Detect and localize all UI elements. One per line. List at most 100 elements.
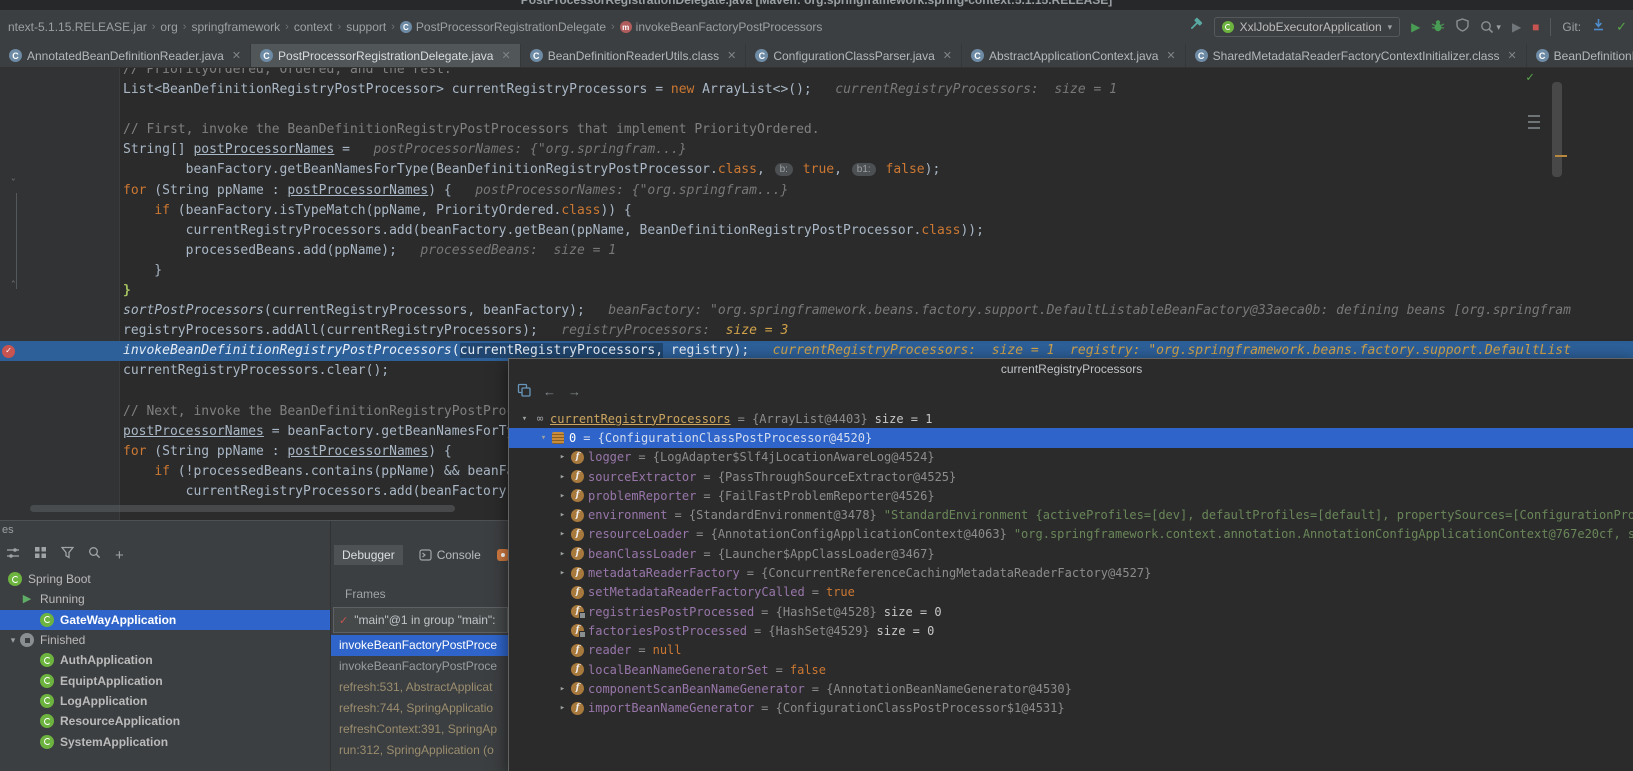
- run-state-icon: ▶: [20, 592, 34, 606]
- close-icon[interactable]: ✕: [727, 49, 736, 62]
- breadcrumb-item[interactable]: springframework: [191, 20, 280, 34]
- service-item[interactable]: ▶Running: [0, 589, 330, 609]
- editor-tab[interactable]: CBeanDefinitionReaderUtils.class✕: [521, 44, 747, 67]
- search-icon[interactable]: [88, 546, 101, 564]
- variable-row[interactable]: ▸fproblemReporter= {FailFastProblemRepor…: [509, 486, 1633, 505]
- breadcrumb-item[interactable]: minvokeBeanFactoryPostProcessors: [620, 20, 823, 34]
- frame-item[interactable]: refresh:744, SpringApplicatio: [331, 698, 508, 719]
- service-item[interactable]: AuthApplication: [0, 650, 330, 670]
- variable-row[interactable]: ffactoriesPostProcessed= {HashSet@4529}s…: [509, 621, 1633, 640]
- variable-row[interactable]: ▸fbeanClassLoader= {Launcher$AppClassLoa…: [509, 544, 1633, 563]
- variable-row[interactable]: ▸flogger= {LogAdapter$Slf4jLocationAware…: [509, 448, 1633, 467]
- chevron-right-icon[interactable]: ▸: [555, 549, 570, 559]
- chevron-right-icon[interactable]: ▸: [555, 703, 570, 713]
- breakpoint-icon[interactable]: ✓: [2, 345, 15, 358]
- vertical-scrollbar[interactable]: [1552, 82, 1562, 177]
- build-icon[interactable]: [1188, 17, 1203, 37]
- editor-tab[interactable]: CConfigurationClassParser.java✕: [746, 44, 962, 67]
- inline-debugger-hint: registryProcessors:: [538, 323, 726, 338]
- service-item[interactable]: EquiptApplication: [0, 670, 330, 690]
- chevron-right-icon[interactable]: ▸: [555, 472, 570, 482]
- run-button[interactable]: ▶: [1411, 21, 1420, 33]
- service-item[interactable]: LogApplication: [0, 691, 330, 711]
- code-token: }: [123, 263, 162, 278]
- close-icon[interactable]: ✕: [232, 49, 241, 62]
- profiler-icon[interactable]: ▾: [1480, 20, 1501, 34]
- variable-row[interactable]: ▾∞currentRegistryProcessors= {ArrayList@…: [509, 409, 1633, 428]
- variable-row[interactable]: ▾0= {ConfigurationClassPostProcessor@452…: [509, 428, 1633, 447]
- breadcrumb-item[interactable]: support: [346, 20, 386, 34]
- service-item[interactable]: SystemApplication: [0, 731, 330, 751]
- update-project-icon[interactable]: [1592, 18, 1605, 36]
- service-item[interactable]: GateWayApplication: [0, 610, 330, 630]
- chevron-down-icon[interactable]: ▾: [6, 635, 20, 646]
- view-options-icon[interactable]: [6, 546, 20, 565]
- code-token: [123, 203, 154, 218]
- frame-item[interactable]: run:312, SpringApplication (o: [331, 740, 508, 761]
- chevron-right-icon[interactable]: ▸: [555, 568, 570, 578]
- run-config-selector[interactable]: XxlJobExecutorApplication ▾: [1214, 17, 1401, 37]
- frame-item[interactable]: invokeBeanFactoryPostProce: [331, 635, 508, 656]
- chevron-down-icon[interactable]: ▾: [536, 433, 551, 443]
- class-icon: C: [1536, 49, 1549, 62]
- panel-corner-label: es: [2, 524, 14, 536]
- inspections-ok-icon[interactable]: ✓: [1526, 70, 1534, 85]
- inspect-icon[interactable]: [517, 383, 531, 400]
- editor-tab[interactable]: CSharedMetadataReaderFactoryContextIniti…: [1186, 44, 1527, 67]
- code-token: new: [671, 82, 694, 97]
- frame-item[interactable]: refreshContext:391, SpringAp: [331, 719, 508, 740]
- close-icon[interactable]: ✕: [501, 49, 510, 62]
- variable-row[interactable]: flocalBeanNameGeneratorSet=false: [509, 660, 1633, 679]
- variable-row[interactable]: ▸fimportBeanNameGenerator= {Configuratio…: [509, 698, 1633, 717]
- service-item[interactable]: ▾Finished: [0, 630, 330, 650]
- code-token: (currentRegistryProcessors, beanFactory)…: [264, 303, 585, 318]
- variable-row[interactable]: fsetMetadataReaderFactoryCalled=true: [509, 583, 1633, 602]
- chevron-right-icon[interactable]: ▸: [555, 510, 570, 520]
- group-by-icon[interactable]: [34, 546, 47, 564]
- variable-row[interactable]: fregistriesPostProcessed= {HashSet@4528}…: [509, 602, 1633, 621]
- add-service-icon[interactable]: +: [115, 548, 124, 563]
- fold-marker-icon[interactable]: ˆ: [10, 279, 17, 292]
- close-icon[interactable]: ✕: [943, 49, 952, 62]
- chevron-right-icon[interactable]: ▸: [555, 529, 570, 539]
- horizontal-scrollbar[interactable]: [30, 505, 455, 512]
- variable-row[interactable]: ▸fcomponentScanBeanNameGenerator= {Annot…: [509, 679, 1633, 698]
- main-toolbar: ntext-5.1.15.RELEASE.jar›org›springframe…: [0, 10, 1633, 45]
- rerun-icon[interactable]: ▶: [1512, 21, 1521, 33]
- editor-tab[interactable]: CBeanDefinitionRegistryPos✕: [1527, 44, 1633, 67]
- coverage-icon[interactable]: [1456, 18, 1469, 37]
- field-icon: f: [571, 470, 584, 483]
- fold-marker-icon[interactable]: ˇ: [10, 177, 17, 190]
- breadcrumb-item[interactable]: ntext-5.1.15.RELEASE.jar: [8, 20, 147, 34]
- breadcrumb-item[interactable]: CPostProcessorRegistrationDelegate: [400, 20, 606, 34]
- editor-tab[interactable]: CAbstractApplicationContext.java✕: [962, 44, 1186, 67]
- thread-selector[interactable]: ✓ "main"@1 in group "main":: [333, 607, 508, 633]
- debug-button[interactable]: [1431, 18, 1445, 37]
- variable-row[interactable]: ▸fsourceExtractor= {PassThroughSourceExt…: [509, 467, 1633, 486]
- chevron-right-icon[interactable]: ▸: [555, 491, 570, 501]
- service-item[interactable]: Spring Boot: [0, 569, 330, 589]
- inline-debugger-hint: size = 3: [726, 323, 789, 338]
- close-icon[interactable]: ✕: [1166, 49, 1175, 62]
- forward-arrow-icon[interactable]: →: [568, 384, 581, 399]
- editor-tab[interactable]: CAnnotatedBeanDefinitionReader.java✕: [0, 44, 251, 67]
- variable-row[interactable]: ▸fresourceLoader= {AnnotationConfigAppli…: [509, 525, 1633, 544]
- window-title: PostProcessorRegistrationDelegate.java […: [0, 0, 1633, 7]
- breadcrumb-item[interactable]: context: [294, 20, 333, 34]
- chevron-right-icon[interactable]: ▸: [555, 452, 570, 462]
- chevron-right-icon[interactable]: ▸: [555, 684, 570, 694]
- frame-item[interactable]: refresh:531, AbstractApplicat: [331, 677, 508, 698]
- variable-row[interactable]: freader=null: [509, 641, 1633, 660]
- variable-row[interactable]: ▸fmetadataReaderFactory= {ConcurrentRefe…: [509, 563, 1633, 582]
- editor-tab[interactable]: CPostProcessorRegistrationDelegate.java✕: [251, 44, 521, 67]
- close-icon[interactable]: ✕: [1507, 49, 1516, 62]
- breadcrumb-item[interactable]: org: [160, 20, 177, 34]
- frame-item[interactable]: invokeBeanFactoryPostProce: [331, 656, 508, 677]
- back-arrow-icon[interactable]: ←: [543, 384, 556, 399]
- filter-funnel-icon[interactable]: [61, 546, 74, 564]
- variable-row[interactable]: ▸fenvironment= {StandardEnvironment@3478…: [509, 505, 1633, 524]
- service-item[interactable]: ResourceApplication: [0, 711, 330, 731]
- chevron-down-icon[interactable]: ▾: [517, 414, 532, 424]
- stop-button[interactable]: ■: [1532, 21, 1539, 33]
- commit-icon[interactable]: ✓: [1616, 19, 1627, 35]
